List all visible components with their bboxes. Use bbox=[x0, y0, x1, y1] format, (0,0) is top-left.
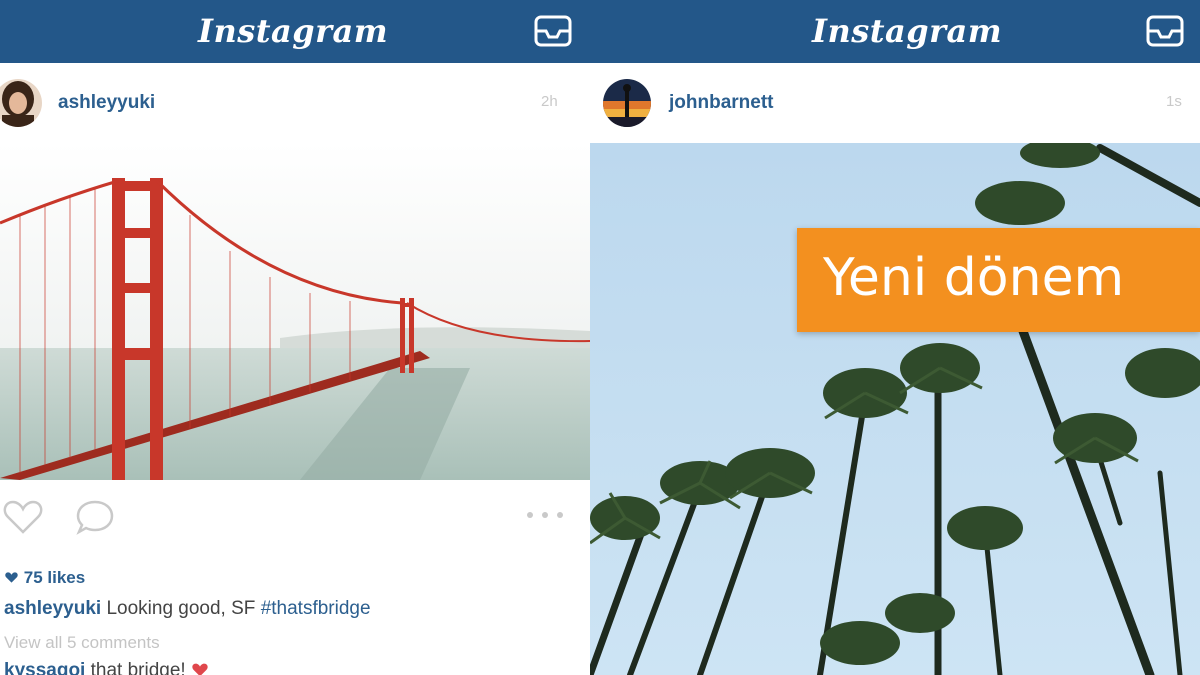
feed-panel-right: Instagram johnbarnett 1s bbox=[590, 0, 1200, 675]
post-timestamp: 1s bbox=[1166, 93, 1182, 110]
post-username[interactable]: johnbarnett bbox=[669, 92, 774, 114]
post-photo[interactable] bbox=[0, 143, 590, 480]
comment-username[interactable]: kyssagoi bbox=[4, 660, 85, 675]
heart-icon bbox=[5, 572, 18, 583]
app-header: Instagram bbox=[0, 0, 590, 63]
comment-item: kyssagoi that bridge! bbox=[4, 660, 209, 675]
news-banner: Yeni dönem bbox=[797, 228, 1200, 332]
post-photo[interactable] bbox=[590, 143, 1200, 675]
caption-text: Looking good, SF bbox=[106, 598, 256, 619]
post-username[interactable]: ashleyyuki bbox=[58, 92, 155, 114]
app-title: Instagram bbox=[812, 12, 1003, 50]
app-title: Instagram bbox=[198, 12, 389, 50]
post-caption: ashleyyuki Looking good, SF #thatsfbridg… bbox=[4, 598, 371, 620]
more-options-icon[interactable] bbox=[525, 510, 565, 520]
caption-username[interactable]: ashleyyuki bbox=[4, 598, 101, 619]
heart-emoji-icon bbox=[192, 663, 208, 675]
view-all-comments-link[interactable]: View all 5 comments bbox=[4, 633, 160, 653]
post-actions bbox=[0, 490, 590, 545]
likes-label: 75 likes bbox=[23, 568, 86, 587]
comment-text: that bridge! bbox=[90, 660, 186, 675]
inbox-icon[interactable] bbox=[533, 14, 573, 48]
avatar[interactable] bbox=[0, 79, 42, 127]
feed-panel-left: Instagram ashleyyuki 2h 75 likes ashleyy… bbox=[0, 0, 590, 675]
post-header: ashleyyuki 2h bbox=[0, 63, 590, 143]
app-header: Instagram bbox=[590, 0, 1200, 63]
post-timestamp: 2h bbox=[541, 93, 558, 110]
comment-icon[interactable] bbox=[75, 498, 115, 536]
caption-hashtag[interactable]: #thatsfbridge bbox=[261, 598, 371, 619]
like-icon[interactable] bbox=[2, 498, 44, 536]
inbox-icon[interactable] bbox=[1145, 14, 1185, 48]
likes-count[interactable]: 75 likes bbox=[4, 568, 85, 588]
post-header: johnbarnett 1s bbox=[590, 63, 1200, 143]
avatar[interactable] bbox=[603, 79, 651, 127]
